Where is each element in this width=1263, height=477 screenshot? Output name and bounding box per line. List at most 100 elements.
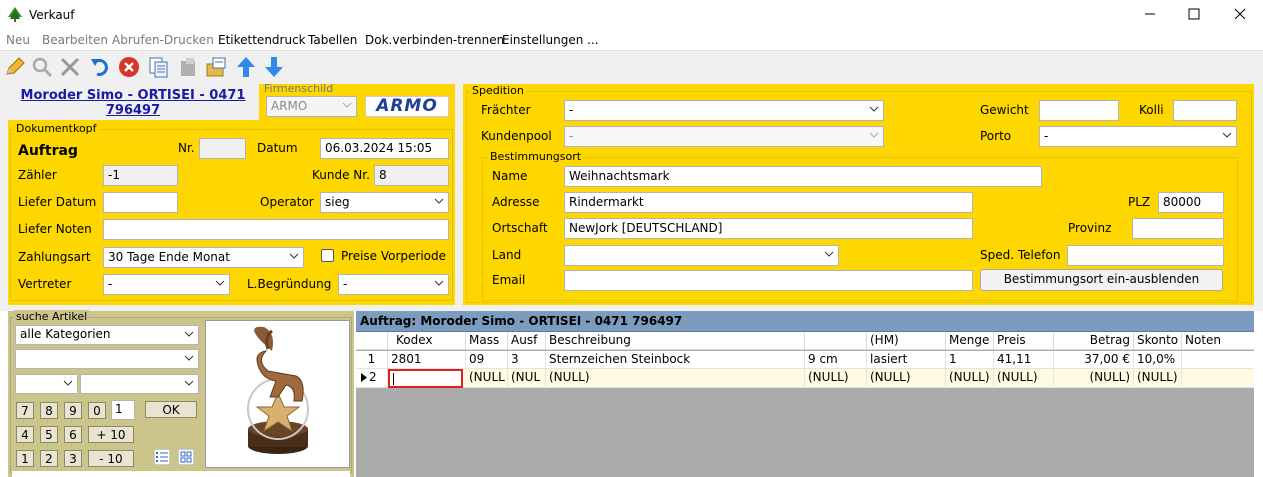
key-8[interactable]: 8 — [40, 402, 58, 419]
col-preis[interactable]: Preis — [994, 332, 1054, 350]
kolli-field[interactable] — [1173, 100, 1237, 121]
zahlungsart-select[interactable]: 30 Tage Ende Monat — [103, 247, 304, 268]
col-beschreibung[interactable]: Beschreibung — [546, 332, 805, 350]
key-7[interactable]: 7 — [16, 402, 34, 419]
cancel-icon[interactable] — [118, 56, 140, 78]
cell-beschreibung[interactable]: Sternzeichen Steinbock — [546, 351, 805, 368]
kundennr-field[interactable]: 8 — [374, 165, 449, 186]
datum-field[interactable]: 06.03.2024 15:05 — [320, 138, 449, 159]
porto-select[interactable]: - — [1039, 126, 1237, 147]
col-kodex[interactable]: Kodex — [388, 332, 466, 350]
folder-export-icon[interactable] — [205, 56, 227, 78]
arrow-down-icon[interactable] — [263, 56, 285, 78]
key-3[interactable]: 3 — [64, 450, 82, 467]
bestimmungsort-toggle-button[interactable]: Bestimmungsort ein-ausblenden — [980, 269, 1223, 291]
menu-abrufen-drucken[interactable]: Abrufen-Drucken — [112, 33, 214, 47]
col-ausf[interactable]: Ausf — [508, 332, 546, 350]
document-list-icon[interactable] — [148, 56, 170, 78]
cell-beschreibung[interactable]: (NULL) — [546, 369, 805, 386]
fraechter-select[interactable]: - — [564, 100, 884, 121]
cell-noten[interactable] — [1182, 369, 1254, 386]
key-0[interactable]: 0 — [88, 402, 106, 419]
cell-kodex[interactable]: 2801 — [388, 351, 466, 368]
nr-field[interactable] — [199, 138, 246, 159]
cell-betrag[interactable]: (NULL) — [1054, 369, 1134, 386]
search-icon[interactable] — [31, 56, 53, 78]
kategorie-select[interactable]: alle Kategorien — [15, 325, 199, 345]
ok-button[interactable]: OK — [145, 401, 197, 418]
filter-select-2[interactable] — [80, 374, 199, 394]
table-row[interactable]: 1 2801 09 3 Sternzeichen Steinbock 9 cm … — [356, 351, 1254, 369]
tools-icon[interactable] — [59, 56, 81, 78]
menu-neu[interactable]: Neu — [6, 33, 30, 47]
zaehler-field[interactable]: -1 — [103, 165, 178, 186]
email-field[interactable] — [564, 270, 973, 291]
key-1[interactable]: 1 — [16, 450, 34, 467]
col-menge[interactable]: Menge — [946, 332, 994, 350]
col-mass[interactable]: Mass — [466, 332, 508, 350]
cell-hm[interactable]: (NULL) — [867, 369, 946, 386]
cell-mass[interactable]: 09 — [466, 351, 508, 368]
preise-vorperiode-checkbox[interactable] — [321, 249, 334, 262]
list-view-icon[interactable] — [154, 449, 170, 465]
col-noten[interactable]: Noten — [1182, 332, 1254, 350]
cell-ausf[interactable]: 3 — [508, 351, 546, 368]
cell-skonto[interactable]: (NULL) — [1134, 369, 1182, 386]
sped-telefon-field[interactable] — [1067, 245, 1224, 266]
name-field[interactable]: Weihnachtsmark — [564, 166, 1042, 187]
arrow-up-icon[interactable] — [235, 56, 257, 78]
table-row-active[interactable]: 2 (NULL (NUL (NULL) (NULL) (NULL) (NULL)… — [356, 369, 1254, 388]
edit-pencil-icon[interactable] — [4, 56, 26, 78]
col-skonto[interactable]: Skonto — [1134, 332, 1182, 350]
plz-field[interactable]: 80000 — [1158, 192, 1224, 213]
lieferdatum-field[interactable] — [103, 192, 178, 213]
menu-tabellen[interactable]: Tabellen — [308, 33, 357, 47]
copy-document-icon[interactable] — [178, 56, 200, 78]
key-9[interactable]: 9 — [64, 402, 82, 419]
key-minus-10[interactable]: - 10 — [88, 450, 134, 467]
cell-size[interactable]: (NULL) — [805, 369, 867, 386]
cell-ausf[interactable]: (NUL — [508, 369, 546, 386]
land-select[interactable] — [564, 245, 839, 266]
undo-icon[interactable] — [89, 56, 111, 78]
lbegruendung-select[interactable]: - — [338, 274, 449, 295]
key-2[interactable]: 2 — [40, 450, 58, 467]
cell-menge[interactable]: 1 — [946, 351, 994, 368]
cell-menge[interactable]: (NULL) — [946, 369, 994, 386]
grid-view-icon[interactable] — [178, 449, 194, 465]
maximize-button[interactable] — [1184, 4, 1204, 24]
key-plus-10[interactable]: + 10 — [88, 426, 134, 443]
minimize-button[interactable] — [1140, 4, 1160, 24]
menu-einstellungen[interactable]: Einstellungen ... — [502, 33, 599, 47]
liefernoten-field[interactable] — [103, 219, 449, 240]
gewicht-field[interactable] — [1039, 100, 1119, 121]
unterkategorie-select[interactable] — [15, 349, 199, 369]
cell-skonto[interactable]: 10,0% — [1134, 351, 1182, 368]
key-6[interactable]: 6 — [64, 426, 82, 443]
filter-select-1[interactable] — [15, 374, 78, 394]
menu-dok-verbinden-trennen[interactable]: Dok.verbinden-trennen — [365, 33, 504, 47]
quantity-field[interactable]: 1 — [111, 400, 135, 420]
cell-betrag[interactable]: 37,00 € — [1054, 351, 1134, 368]
adresse-field[interactable]: Rindermarkt — [564, 192, 973, 213]
provinz-field[interactable] — [1132, 218, 1224, 239]
col-hm[interactable]: (HM) — [867, 332, 946, 350]
menu-etikettendruck[interactable]: Etikettendruck — [218, 33, 306, 47]
col-betrag[interactable]: Betrag — [1054, 332, 1134, 350]
cell-kodex-editing[interactable] — [388, 369, 463, 388]
close-button[interactable] — [1230, 4, 1250, 24]
vertreter-select[interactable]: - — [103, 274, 230, 295]
cell-mass[interactable]: (NULL — [466, 369, 508, 386]
operator-select[interactable]: sieg — [320, 192, 449, 213]
cell-hm[interactable]: lasiert — [867, 351, 946, 368]
customer-link[interactable]: Moroder Simo - ORTISEI - 0471 796497 — [18, 88, 248, 118]
col-size[interactable] — [805, 332, 867, 350]
firmenschild-select[interactable]: ARMO — [266, 96, 357, 117]
key-4[interactable]: 4 — [16, 426, 34, 443]
key-5[interactable]: 5 — [40, 426, 58, 443]
cell-noten[interactable] — [1182, 351, 1254, 368]
cell-preis[interactable]: (NULL) — [994, 369, 1054, 386]
kundenpool-select[interactable]: - — [564, 126, 884, 147]
cell-preis[interactable]: 41,11 — [994, 351, 1054, 368]
cell-size[interactable]: 9 cm — [805, 351, 867, 368]
